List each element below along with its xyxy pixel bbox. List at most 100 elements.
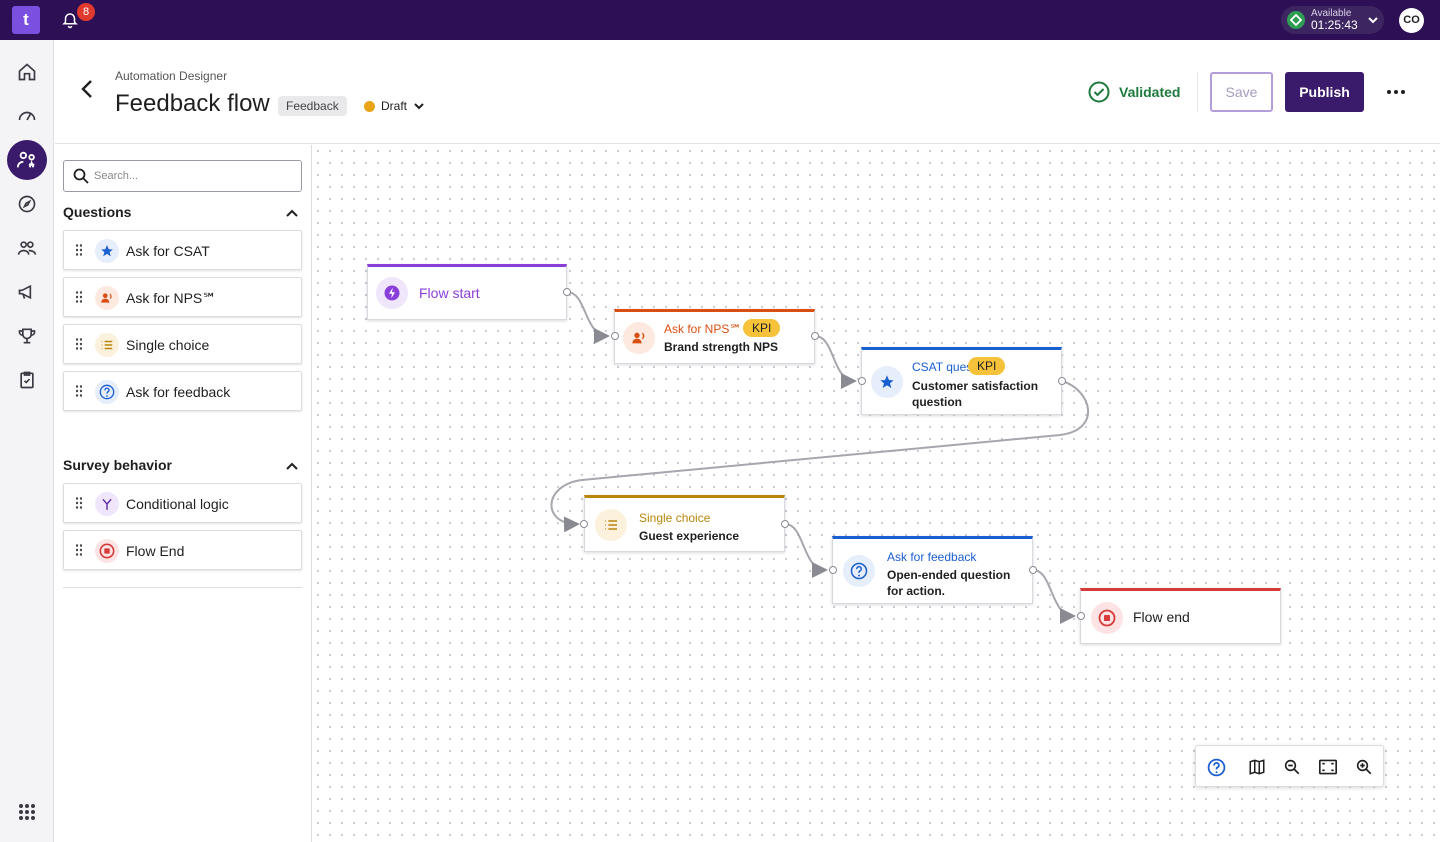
node-title: Ask for NPS℠	[664, 322, 742, 336]
input-port[interactable]	[858, 377, 866, 385]
node-ask-for-feedback[interactable]: Ask for feedback Open-ended question for…	[832, 536, 1033, 604]
drag-handle-icon[interactable]	[76, 497, 82, 509]
validation-label: Validated	[1119, 84, 1181, 100]
component-ask-for-feedback[interactable]: Ask for feedback	[63, 371, 302, 411]
save-button[interactable]: Save	[1210, 72, 1273, 112]
automation-icon[interactable]	[7, 140, 47, 180]
page-header: Automation Designer Feedback flow Feedba…	[55, 40, 1440, 144]
connector-start-to-nps	[566, 291, 610, 344]
components-panel: Questions Ask for CSAT Ask for NPS℠ Sing…	[55, 145, 312, 842]
node-title: Flow end	[1133, 609, 1190, 625]
header-divider	[1197, 72, 1198, 112]
question-icon	[95, 380, 119, 404]
state-dropdown[interactable]: Draft	[364, 97, 425, 115]
kpi-badge: KPI	[743, 319, 781, 337]
output-port[interactable]	[1029, 566, 1037, 574]
node-flow-start[interactable]: Flow start	[367, 264, 567, 320]
panel-divider	[63, 587, 302, 588]
compass-icon[interactable]	[13, 190, 41, 218]
component-single-choice[interactable]: Single choice	[63, 324, 302, 364]
flow-tag: Feedback	[278, 96, 347, 116]
status-time: 01:25:43	[1311, 18, 1358, 32]
input-port[interactable]	[829, 566, 837, 574]
chevron-down-icon	[414, 103, 424, 110]
chevron-up-icon[interactable]	[285, 206, 299, 220]
node-flow-end[interactable]: Flow end	[1080, 588, 1281, 644]
drag-handle-icon[interactable]	[76, 338, 82, 350]
component-label: Single choice	[126, 337, 210, 353]
component-ask-for-csat[interactable]: Ask for CSAT	[63, 230, 302, 270]
output-port[interactable]	[811, 332, 819, 340]
node-single-choice[interactable]: Single choice Guest experience	[584, 495, 785, 552]
output-port[interactable]	[781, 520, 789, 528]
dashboard-gauge-icon[interactable]	[13, 101, 41, 129]
drag-handle-icon[interactable]	[76, 291, 82, 303]
drag-handle-icon[interactable]	[76, 385, 82, 397]
node-title: Single choice	[639, 511, 711, 525]
kpi-badge: KPI	[968, 357, 1006, 375]
connector-choice-to-feedback	[784, 523, 828, 578]
fit-view-icon[interactable]	[1317, 756, 1339, 778]
connector-feedback-to-end	[1032, 569, 1076, 624]
input-port[interactable]	[611, 332, 619, 340]
home-icon[interactable]	[13, 58, 41, 86]
app-logo[interactable]: t	[12, 6, 40, 34]
node-ask-for-nps[interactable]: Ask for NPS℠ KPI Brand strength NPS	[614, 309, 815, 364]
output-port[interactable]	[1058, 377, 1066, 385]
node-subtitle: Customer satisfaction question	[912, 379, 1039, 409]
component-ask-for-nps[interactable]: Ask for NPS℠	[63, 277, 302, 317]
more-options-icon[interactable]	[1385, 83, 1407, 101]
help-icon[interactable]	[1205, 756, 1227, 778]
component-conditional-logic[interactable]: Conditional logic	[63, 483, 302, 523]
top-bar: t 8 Available 01:25:43 CO	[0, 0, 1440, 40]
nps-people-icon	[95, 286, 119, 310]
node-subtitle: Brand strength NPS	[664, 340, 779, 354]
megaphone-icon[interactable]	[13, 278, 41, 306]
questions-section-header[interactable]: Questions	[63, 204, 302, 224]
star-icon	[95, 239, 119, 263]
chevron-down-icon	[1368, 17, 1378, 24]
drag-handle-icon[interactable]	[76, 544, 82, 556]
search-input[interactable]	[94, 167, 294, 185]
node-title: Flow start	[419, 285, 480, 301]
canvas-toolbar	[1195, 745, 1384, 787]
clipboard-check-icon[interactable]	[13, 366, 41, 394]
flow-connections	[550, 291, 1090, 624]
zoom-in-icon[interactable]	[1353, 756, 1375, 778]
input-port[interactable]	[1077, 612, 1085, 620]
question-icon	[843, 555, 875, 587]
page-title: Feedback flow	[115, 90, 270, 117]
output-port[interactable]	[563, 288, 571, 296]
avatar[interactable]: CO	[1399, 8, 1424, 33]
left-nav	[0, 40, 54, 842]
star-icon	[871, 366, 903, 398]
input-port[interactable]	[580, 520, 588, 528]
node-title: Ask for feedback	[887, 550, 977, 564]
zoom-out-icon[interactable]	[1281, 756, 1303, 778]
apps-grid-icon[interactable]	[13, 798, 41, 826]
breadcrumb[interactable]: Automation Designer	[115, 69, 227, 83]
flow-canvas[interactable]: Flow start Ask for NPS℠ KPI Brand streng…	[312, 145, 1440, 842]
component-flow-end[interactable]: Flow End	[63, 530, 302, 570]
publish-button[interactable]: Publish	[1285, 72, 1364, 112]
component-label: Ask for NPS℠	[126, 290, 217, 306]
availability-status[interactable]: Available 01:25:43	[1281, 6, 1384, 34]
component-label: Conditional logic	[126, 496, 229, 512]
chevron-up-icon[interactable]	[285, 459, 299, 473]
minimap-icon[interactable]	[1246, 756, 1268, 778]
validation-status: Validated	[1088, 81, 1180, 103]
survey-behavior-section-header[interactable]: Survey behavior	[63, 457, 302, 477]
component-label: Ask for feedback	[126, 384, 231, 400]
list-icon	[595, 509, 627, 541]
component-label: Ask for CSAT	[126, 243, 210, 259]
trophy-icon[interactable]	[13, 322, 41, 350]
status-diamond-icon	[1287, 11, 1305, 29]
check-circle-icon	[1088, 81, 1110, 103]
back-arrow-icon[interactable]	[77, 77, 97, 101]
node-csat-question[interactable]: CSAT question KPI Customer satisfaction …	[861, 347, 1062, 415]
search-field[interactable]	[63, 160, 302, 192]
drag-handle-icon[interactable]	[76, 244, 82, 256]
state-label: Draft	[381, 99, 408, 113]
stop-icon	[1091, 602, 1123, 634]
team-icon[interactable]	[13, 234, 41, 262]
